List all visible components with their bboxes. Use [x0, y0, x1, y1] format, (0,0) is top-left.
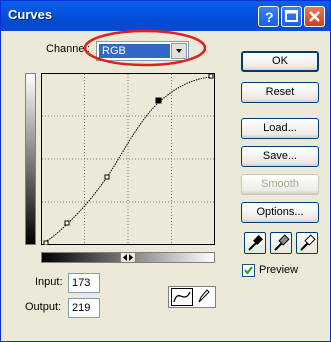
output-label: Output:	[25, 301, 62, 313]
help-button[interactable]: ?	[258, 6, 279, 27]
smooth-button[interactable]: Smooth	[241, 174, 319, 195]
curve-tool-group	[168, 286, 216, 308]
curve-point	[104, 174, 110, 180]
maximize-button[interactable]	[281, 6, 302, 27]
preview-label[interactable]: Preview	[259, 264, 298, 276]
gradient-toggle-button[interactable]	[120, 252, 136, 263]
input-field[interactable]: 173	[68, 273, 100, 293]
window-title: Curves	[8, 7, 53, 22]
maximize-icon	[285, 10, 298, 22]
white-eyedropper-button[interactable]	[296, 232, 318, 254]
ok-button[interactable]: OK	[241, 51, 319, 72]
eyedropper-white-icon	[300, 234, 316, 251]
output-gradient-bar	[25, 73, 36, 245]
curve-point	[64, 220, 70, 226]
load-button[interactable]: Load...	[241, 118, 319, 139]
curve-point-black	[43, 240, 49, 245]
curve-tool-button[interactable]	[171, 288, 193, 306]
input-label: Input:	[35, 276, 63, 288]
eyedropper-gray-icon	[274, 234, 290, 251]
curves-dialog: Curves ? Channel: RGB Input: 173 Output:…	[0, 0, 331, 342]
curve-point-white	[208, 73, 214, 79]
gray-eyedropper-button[interactable]	[270, 232, 292, 254]
preview-checkbox[interactable]	[242, 264, 255, 277]
curve-icon	[173, 291, 191, 303]
options-button[interactable]: Options...	[241, 202, 319, 223]
svg-text:?: ?	[265, 9, 274, 25]
checkmark-icon	[244, 266, 253, 275]
highlight-ellipse	[83, 29, 207, 67]
eyedropper-black-icon	[248, 235, 263, 251]
save-button[interactable]: Save...	[241, 146, 319, 167]
reset-button[interactable]: Reset	[241, 82, 319, 103]
close-icon	[309, 11, 320, 22]
pencil-tool-button[interactable]	[193, 288, 215, 306]
curve-point-selected	[155, 97, 162, 104]
black-eyedropper-button[interactable]	[244, 232, 266, 254]
title-bar[interactable]: Curves ?	[1, 1, 330, 31]
close-button[interactable]	[304, 6, 325, 27]
help-icon: ?	[265, 9, 274, 25]
curve-graph[interactable]	[41, 73, 215, 245]
pencil-icon	[198, 289, 210, 303]
output-field[interactable]: 219	[68, 298, 100, 318]
